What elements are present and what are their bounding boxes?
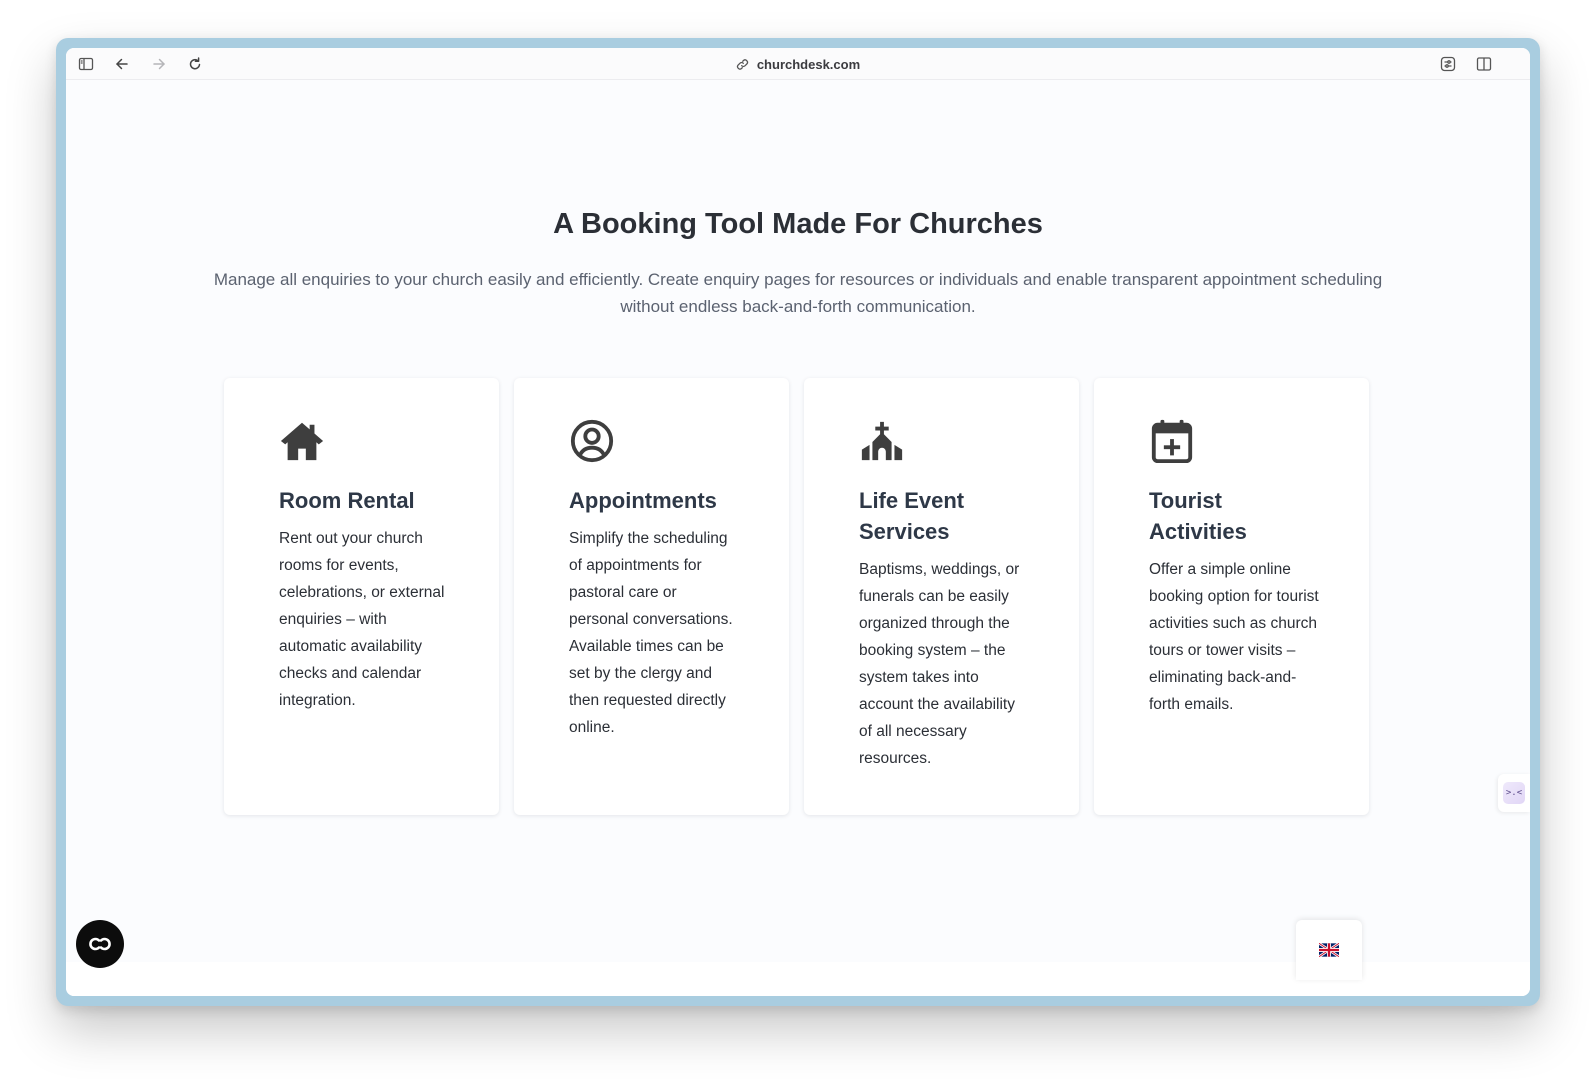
card-title: Appointments <box>569 488 717 513</box>
cookie-consent-icon <box>89 937 111 951</box>
card-life-event-services: Life Event Services Baptisms, weddings, … <box>804 378 1079 815</box>
calendar-plus-icon <box>1149 418 1195 464</box>
url-text: churchdesk.com <box>756 56 861 72</box>
card-title: Tourist Activities <box>1149 488 1247 544</box>
card-tourist-activities: Tourist Activities Offer a simple online… <box>1094 378 1369 815</box>
browser-window-frame: churchdesk.com A Booking Tool Made For C… <box>56 38 1540 1006</box>
user-circle-icon <box>569 418 615 464</box>
browser-toolbar: churchdesk.com <box>66 48 1530 80</box>
card-text: Baptisms, weddings, or funerals can be e… <box>859 561 1020 767</box>
split-view-icon[interactable] <box>1476 56 1492 72</box>
card-appointments: Appointments Simplify the scheduling of … <box>514 378 789 815</box>
browser-window: churchdesk.com A Booking Tool Made For C… <box>66 48 1530 996</box>
church-icon <box>859 418 905 464</box>
card-room-rental: Room Rental Rent out your church rooms f… <box>224 378 499 815</box>
house-icon <box>279 418 325 464</box>
page-subtitle: Manage all enquiries to your church easi… <box>213 270 1383 316</box>
card-text: Rent out your church rooms for events, c… <box>279 530 445 709</box>
page-title: A Booking Tool Made For Churches <box>553 208 1043 240</box>
card-text: Offer a simple online booking option for… <box>1149 561 1319 713</box>
link-icon <box>736 58 748 70</box>
cookie-consent-button[interactable] <box>76 920 124 968</box>
address-bar[interactable]: churchdesk.com <box>66 48 1530 80</box>
page-content: A Booking Tool Made For Churches Manage … <box>66 80 1530 962</box>
side-feedback-tab[interactable]: >.< <box>1498 774 1530 812</box>
language-selector-button[interactable] <box>1296 920 1362 980</box>
extension-icon[interactable] <box>1440 56 1456 72</box>
card-title: Life Event Services <box>859 488 965 544</box>
side-tab-label: >.< <box>1503 782 1525 804</box>
uk-flag-icon <box>1319 943 1339 957</box>
card-text: Simplify the scheduling of appointments … <box>569 530 733 736</box>
card-title: Room Rental <box>279 488 415 513</box>
